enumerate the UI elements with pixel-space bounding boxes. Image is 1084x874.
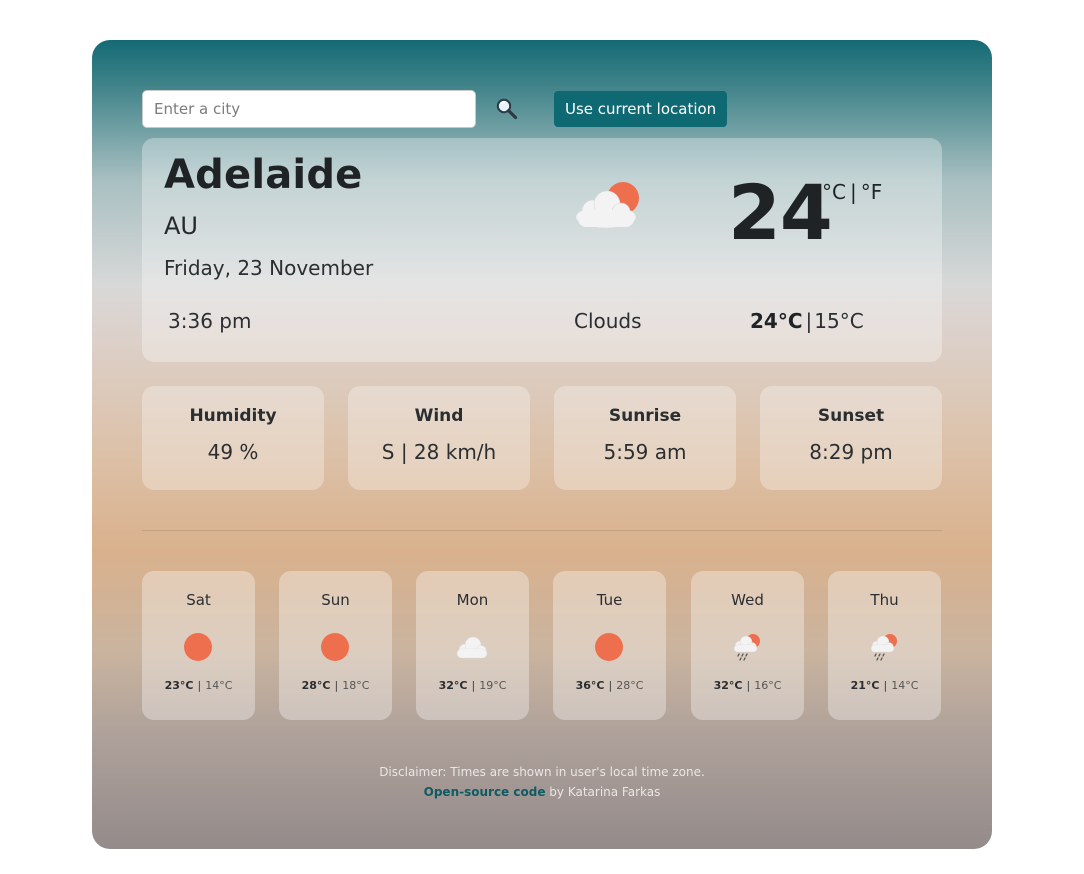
forecast-card: Wed 32°C | 16°C <box>691 571 804 720</box>
sun-icon <box>184 633 212 661</box>
forecast-separator: | <box>334 679 339 692</box>
hilo-separator: | <box>805 309 813 333</box>
forecast-card: Mon 32°C | 19°C <box>416 571 529 720</box>
search-button[interactable] <box>494 96 520 122</box>
today-high: 24°C <box>750 309 803 333</box>
partly-cloudy-icon <box>575 182 639 229</box>
forecast-low: 14°C <box>205 679 233 692</box>
forecast-temps: 32°C | 19°C <box>416 679 529 692</box>
forecast-day: Tue <box>596 591 623 609</box>
forecast-card: Sun 28°C | 18°C <box>279 571 392 720</box>
forecast-day: Mon <box>456 591 489 609</box>
forecast-day: Thu <box>870 591 899 609</box>
today-low: 15°C <box>814 309 864 333</box>
current-temperature: 24 <box>728 168 833 257</box>
today-high-low: 24°C | 15°C <box>750 309 864 333</box>
weather-condition: Clouds <box>574 309 642 333</box>
stat-value: 8:29 pm <box>809 440 893 464</box>
forecast-low: 18°C <box>342 679 370 692</box>
forecast-low: 19°C <box>479 679 507 692</box>
unit-separator: | <box>849 180 857 204</box>
forecast-low: 28°C <box>616 679 644 692</box>
unit-toggle: °C | °F <box>822 180 882 204</box>
forecast-high: 32°C <box>713 679 743 692</box>
stat-value: 5:59 am <box>603 440 687 464</box>
forecast-separator: | <box>746 679 751 692</box>
forecast-temps: 28°C | 18°C <box>279 679 392 692</box>
forecast-separator: | <box>608 679 613 692</box>
forecast-temps: 36°C | 28°C <box>553 679 666 692</box>
country-code: AU <box>164 212 198 240</box>
credit-line: Open-source code by Katarina Farkas <box>92 782 992 802</box>
cloud-icon <box>456 636 488 659</box>
forecast-card: Thu 21°C | 14°C <box>828 571 941 720</box>
forecast-low: 16°C <box>754 679 782 692</box>
forecast-card: Sat 23°C | 14°C <box>142 571 255 720</box>
stat-label: Wind <box>414 406 464 426</box>
stat-label: Sunrise <box>608 406 682 426</box>
forecast-high: 21°C <box>850 679 880 692</box>
forecast-high: 36°C <box>575 679 605 692</box>
forecast-temps: 32°C | 16°C <box>691 679 804 692</box>
forecast-separator: | <box>197 679 202 692</box>
sun-rain-cloud-icon <box>733 634 760 661</box>
forecast-low: 14°C <box>891 679 919 692</box>
city-name: Adelaide <box>164 152 363 198</box>
current-time: 3:36 pm <box>168 309 252 333</box>
stat-label: Humidity <box>189 406 277 426</box>
forecast-high: 28°C <box>301 679 331 692</box>
humidity-card: Humidity 49 % <box>142 386 324 490</box>
city-search-input[interactable] <box>142 90 476 128</box>
forecast-separator: | <box>883 679 888 692</box>
forecast-high: 23°C <box>164 679 194 692</box>
open-source-code-link[interactable]: Open-source code <box>424 785 546 799</box>
fahrenheit-toggle[interactable]: °F <box>861 180 883 204</box>
sun-rain-cloud-icon <box>870 634 897 661</box>
sun-icon <box>321 633 349 661</box>
forecast-day: Sat <box>186 591 211 609</box>
sunset-card: Sunset 8:29 pm <box>760 386 942 490</box>
magnifier-icon <box>496 98 518 120</box>
forecast-temps: 21°C | 14°C <box>828 679 941 692</box>
stat-value: S | 28 km/h <box>381 440 497 464</box>
sunrise-card: Sunrise 5:59 am <box>554 386 736 490</box>
forecast-card: Tue 36°C | 28°C <box>553 571 666 720</box>
forecast-day: Sun <box>321 591 350 609</box>
celsius-toggle[interactable]: °C <box>822 180 846 204</box>
disclaimer-text: Disclaimer: Times are shown in user's lo… <box>379 765 705 779</box>
wind-card: Wind S | 28 km/h <box>348 386 530 490</box>
sun-icon <box>595 633 623 661</box>
footer: Disclaimer: Times are shown in user's lo… <box>92 762 992 802</box>
weather-app: Use current location Adelaide AU Friday,… <box>92 40 992 849</box>
current-weather-card: Adelaide AU Friday, 23 November 3:36 pm … <box>142 138 942 362</box>
use-current-location-button[interactable]: Use current location <box>554 91 728 127</box>
stat-value: 49 % <box>207 440 259 464</box>
stat-label: Sunset <box>817 406 885 426</box>
forecast-high: 32°C <box>438 679 468 692</box>
credit-text: by Katarina Farkas <box>545 785 661 799</box>
current-date: Friday, 23 November <box>164 256 374 280</box>
forecast-temps: 23°C | 14°C <box>142 679 255 692</box>
forecast-day: Wed <box>731 591 764 609</box>
forecast-separator: | <box>471 679 476 692</box>
section-divider <box>142 530 942 531</box>
